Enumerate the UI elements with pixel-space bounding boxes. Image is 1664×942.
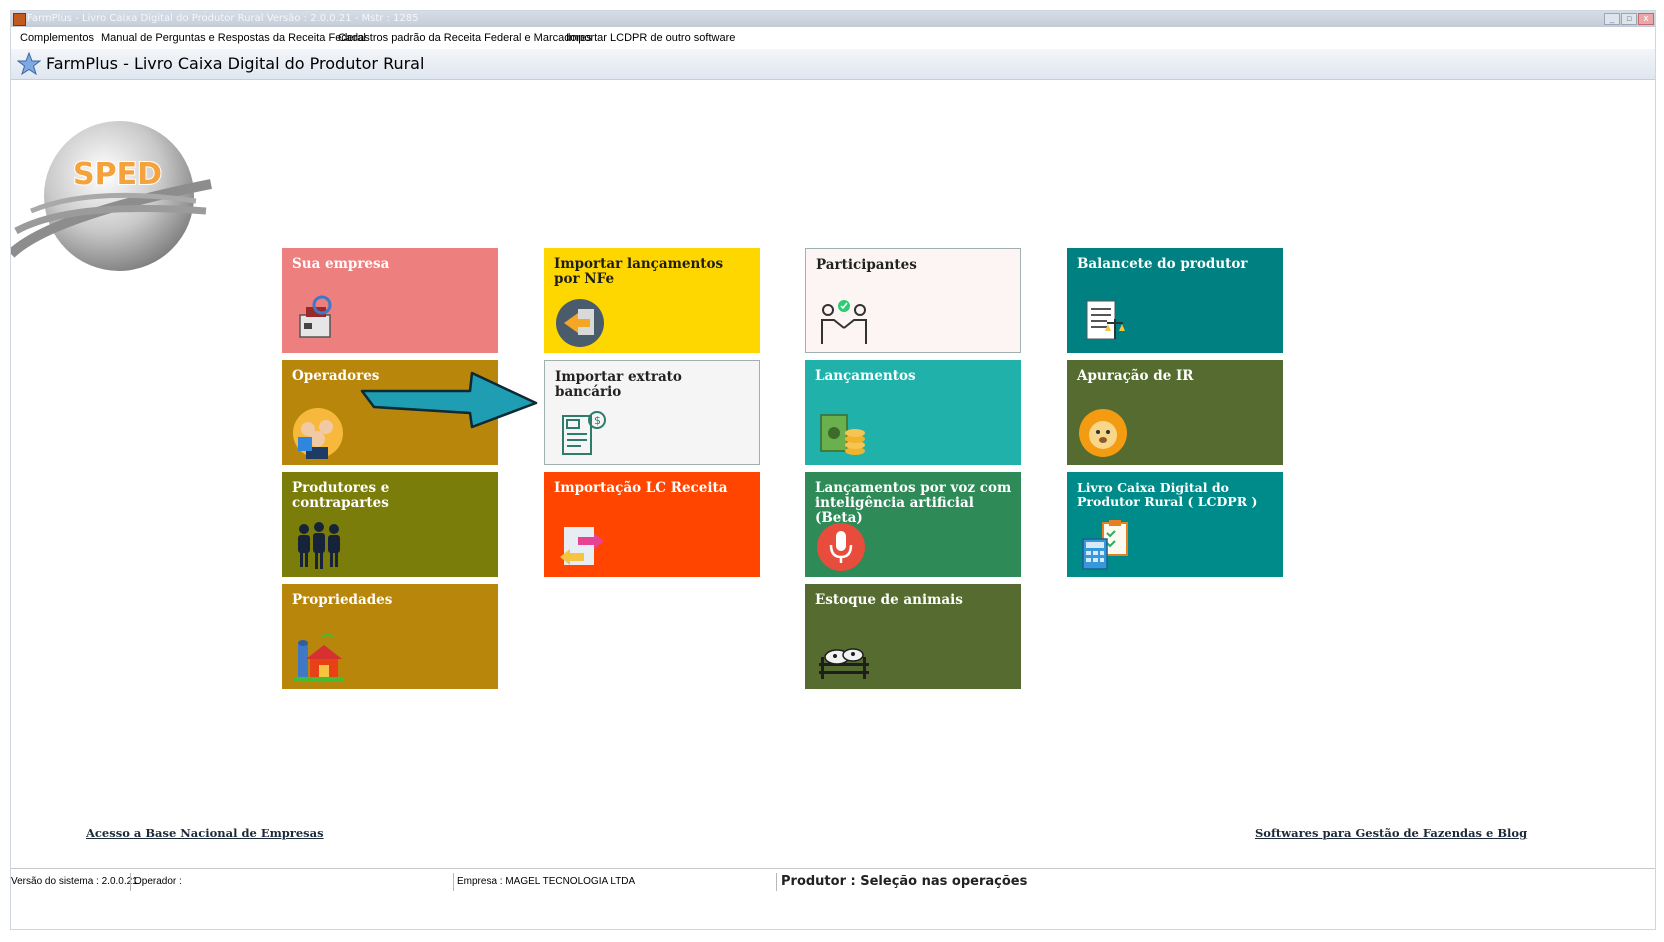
tile-label: Sua empresa [292,256,390,272]
svg-text:$: $ [594,414,601,427]
pointer-arrow-icon [360,371,538,429]
tile-importar-nfe[interactable]: Importar lançamentos por NFe [544,248,760,353]
menu-complementos[interactable]: Complementos [16,27,98,49]
window-title: FarmPlus - Livro Caixa Digital do Produt… [27,13,419,24]
status-operador: Operador : [134,876,182,887]
tile-apuracao-ir[interactable]: Apuração de IR [1067,360,1283,465]
microphone-icon [817,523,865,571]
tile-label: Importar lançamentos por NFe [554,256,724,287]
file-exchange-icon [560,527,604,565]
tile-estoque-animais[interactable]: Estoque de animais [805,584,1021,689]
farm-icon [294,634,344,681]
title-bar: FarmPlus - Livro Caixa Digital do Produt… [11,11,1655,27]
tile-label: Lançamentos [815,368,916,384]
lion-icon [1079,409,1127,457]
header-title: FarmPlus - Livro Caixa Digital do Produt… [46,54,425,73]
maximize-button[interactable]: ▫ [1621,13,1637,25]
tile-label: Propriedades [292,592,393,608]
tile-participantes[interactable]: Participantes [805,248,1021,353]
operators-icon [293,408,343,459]
office-machine-icon [299,295,332,338]
tile-sua-empresa[interactable]: Sua empresa [282,248,498,353]
status-empresa: Empresa : MAGEL TECNOLOGIA LTDA [457,876,636,887]
tile-propriedades[interactable]: Propriedades [282,584,498,689]
tile-importacao-lc[interactable]: Importação LC Receita [544,472,760,577]
tile-lancamentos-voz[interactable]: Lançamentos por voz com inteligência art… [805,472,1021,577]
status-separator [130,873,131,891]
app-window: FarmPlus - Livro Caixa Digital do Produt… [10,10,1656,930]
money-coins-icon [820,414,865,455]
cattle-icon [819,648,869,679]
bank-statement-icon: $ [562,411,606,455]
minimize-button[interactable]: _ [1604,13,1620,25]
menu-cadastros[interactable]: Cadastros padrão da Receita Federal e Ma… [334,27,596,49]
close-button[interactable]: x [1638,13,1654,25]
sped-logo: SPED [11,121,212,271]
tile-label: Importar extrato bancário [555,369,682,400]
status-separator [453,873,454,891]
tile-produtores[interactable]: Produtores e contrapartes [282,472,498,577]
handshake-icon [821,300,867,344]
menu-manual[interactable]: Manual de Perguntas e Respostas da Recei… [97,27,370,49]
status-produtor: Produtor : Seleção nas operações [781,874,1028,889]
balance-report-icon [1086,300,1125,340]
tile-label: Apuração de IR [1077,368,1194,384]
star-icon [17,52,41,76]
tile-label: Importação LC Receita [554,480,728,496]
logo-text: SPED [73,157,162,192]
menu-importar-lcdpr[interactable]: Importar LCDPR de outro software [562,27,739,49]
tile-label: Balancete do produtor [1077,256,1248,272]
tile-label: Estoque de animais [815,592,963,608]
status-bar: Versão do sistema : 2.0.0.21 Operador : … [11,868,1655,895]
menu-bar: Complementos Manual de Perguntas e Respo… [11,27,1655,49]
app-header: FarmPlus - Livro Caixa Digital do Produt… [11,49,1655,80]
tile-label: Participantes [816,257,917,273]
import-arrow-icon [556,299,604,347]
calculator-checklist-icon [1082,520,1128,570]
link-softwares-blog[interactable]: Softwares para Gestão de Fazendas e Blog [1255,826,1527,840]
tile-importar-extrato[interactable]: Importar extrato bancário $ [544,360,760,465]
tile-lcdpr[interactable]: Livro Caixa Digital do Produtor Rural ( … [1067,472,1283,577]
app-icon [13,13,26,26]
status-versao: Versão do sistema : 2.0.0.21 [11,876,138,887]
tile-label: Produtores e contrapartes [292,480,390,511]
tile-label: Livro Caixa Digital do Produtor Rural ( … [1077,480,1258,509]
link-base-nacional[interactable]: Acesso a Base Nacional de Empresas [86,826,324,840]
people-icon [298,522,340,569]
tile-balancete[interactable]: Balancete do produtor [1067,248,1283,353]
status-separator [776,873,777,891]
tile-lancamentos[interactable]: Lançamentos [805,360,1021,465]
